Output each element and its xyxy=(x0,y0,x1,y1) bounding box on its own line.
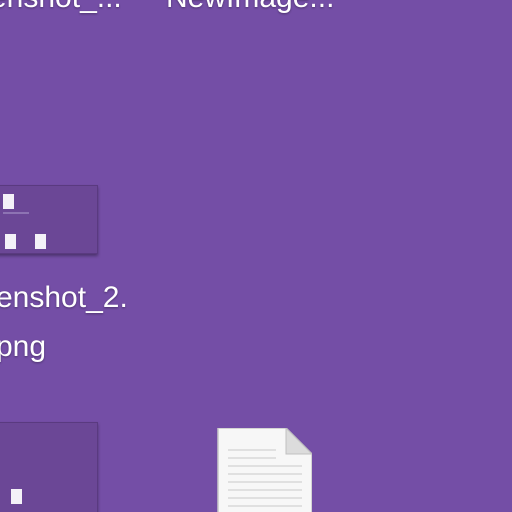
desktop-icon-label-screenshot-1[interactable]: enshot_... xyxy=(0,0,122,22)
desktop-icon-label-screenshot-2[interactable]: enshot_2. png xyxy=(0,273,128,371)
thumbnail-file-glyph-icon xyxy=(35,234,46,249)
desktop-icon-label-newimage[interactable]: NewImage... xyxy=(166,0,334,22)
screenshot-3-thumbnail-icon[interactable] xyxy=(0,422,98,512)
thumbnail-file-glyph-icon xyxy=(3,194,14,209)
thumbnail-divider xyxy=(3,212,29,214)
label-line-1: enshot_2. xyxy=(0,281,128,314)
screenshot-2-thumbnail-icon[interactable] xyxy=(0,185,98,254)
label-line-2: png xyxy=(0,330,47,363)
blank-document-icon[interactable] xyxy=(216,428,312,512)
desktop: enshot_... NewImage... enshot_2. png xyxy=(0,0,512,512)
thumbnail-file-glyph-icon xyxy=(11,489,22,504)
thumbnail-file-glyph-icon xyxy=(5,234,16,249)
